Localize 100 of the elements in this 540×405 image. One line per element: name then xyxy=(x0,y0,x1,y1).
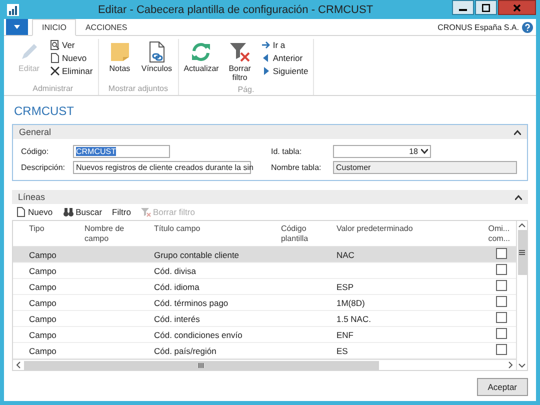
table-cell-text: Campo xyxy=(28,282,58,292)
table-cell-text: Cód. términos pago xyxy=(154,298,230,308)
field-label: Descripción: xyxy=(21,163,66,172)
minimize-button[interactable] xyxy=(452,0,474,15)
text-field[interactable]: Customer xyxy=(333,161,517,174)
table-row[interactable]: Campo Cód. condiciones envío ENF xyxy=(13,327,516,343)
help-icon[interactable] xyxy=(522,22,533,32)
maximize-button[interactable] xyxy=(475,0,497,15)
checkbox[interactable] xyxy=(496,344,508,355)
table-cell-text: Cód. condiciones envío xyxy=(154,330,244,340)
arrow-right-icon xyxy=(260,40,271,50)
column-header[interactable]: Código plantilla xyxy=(280,221,336,246)
checkbox[interactable] xyxy=(496,264,508,275)
page-title: CRMCUST xyxy=(14,104,75,118)
toolbar-button[interactable]: Nuevo xyxy=(14,207,55,217)
grip-icon xyxy=(198,362,206,368)
table-cell-text: Campo xyxy=(28,298,58,308)
refresh-icon xyxy=(190,41,212,63)
scroll-right-icon xyxy=(508,361,513,369)
chevron-down-icon xyxy=(421,149,428,154)
ribbon-group-label: Mostrar adjuntos xyxy=(108,84,168,95)
company-name: CRONUS España S.A. xyxy=(438,22,519,32)
ribbon-button[interactable]: Siguiente xyxy=(260,65,310,77)
table-row[interactable]: Campo Cód. términos pago 1M(8D) xyxy=(13,295,516,311)
maximize-icon xyxy=(482,4,490,12)
table-cell-text: ES xyxy=(336,346,349,356)
field-label: Id. tabla: xyxy=(271,147,303,156)
toolbar-button[interactable]: Filtro xyxy=(110,207,133,217)
ribbon-button[interactable]: Anterior xyxy=(260,52,310,64)
ribbon-tab[interactable]: INICIO xyxy=(32,19,76,36)
toolbar-button[interactable]: Buscar xyxy=(60,207,104,217)
dropdown-field[interactable]: 18 xyxy=(333,145,431,158)
horizontal-scrollbar[interactable] xyxy=(13,359,516,370)
column-header[interactable]: Tipo xyxy=(13,221,85,246)
note-icon xyxy=(108,41,131,63)
checkbox[interactable] xyxy=(496,280,508,291)
collapse-icon xyxy=(514,130,521,134)
table-row[interactable]: Campo Cód. país/región ES xyxy=(13,343,516,359)
caret-icon xyxy=(14,25,20,29)
new-document-icon xyxy=(16,207,26,217)
magnifier-page-icon xyxy=(50,40,60,50)
table-row[interactable]: Campo Cód. interés 1.5 NAC. xyxy=(13,311,516,327)
table-row[interactable]: Campo Cód. divisa xyxy=(13,263,516,279)
ribbon-button[interactable]: Notas xyxy=(102,39,137,84)
table-cell-text: Campo xyxy=(28,346,58,356)
text-field[interactable]: Nuevos registros de cliente creados durante la sin xyxy=(73,161,251,174)
table-cell-text: Cód. idioma xyxy=(154,282,200,292)
close-button[interactable] xyxy=(498,0,536,15)
table-cell-text: Cód. divisa xyxy=(154,266,198,276)
checkbox[interactable] xyxy=(496,312,508,323)
scroll-left-icon xyxy=(16,361,21,369)
ribbon-group-label: Pág. xyxy=(238,84,254,96)
scroll-up-icon xyxy=(518,223,526,228)
table-cell-text: Grupo contable cliente xyxy=(154,250,240,260)
ribbon-button[interactable]: Eliminar xyxy=(49,65,94,77)
scroll-down-icon xyxy=(518,363,526,368)
column-header[interactable]: Nombre de campo xyxy=(84,221,154,246)
column-header[interactable]: Omi... com... xyxy=(488,221,516,246)
delete-icon xyxy=(50,66,60,76)
section-header[interactable]: General xyxy=(13,125,527,139)
table-row[interactable]: Campo Cód. idioma ESP xyxy=(13,279,516,295)
field-label: Nombre tabla: xyxy=(271,163,322,172)
table-cell-text: 1M(8D) xyxy=(336,298,366,308)
field-label: Código: xyxy=(21,147,50,156)
table-cell-text: ESP xyxy=(336,282,354,292)
table-cell-text: NAC xyxy=(336,250,356,260)
table-cell-text: Campo xyxy=(28,266,58,276)
previous-icon xyxy=(260,53,271,63)
table-cell-text: Campo xyxy=(28,330,58,340)
app-menu-button[interactable] xyxy=(6,19,28,35)
section-header[interactable]: Líneas xyxy=(12,190,528,204)
new-document-icon xyxy=(50,53,60,63)
app-logo-icon xyxy=(7,4,19,16)
table-cell-text: Cód. interés xyxy=(154,314,201,324)
ribbon-button[interactable]: Nuevo xyxy=(49,52,94,64)
checkbox[interactable] xyxy=(496,296,508,307)
table-row[interactable]: Campo Grupo contable cliente NAC xyxy=(13,247,516,263)
table-cell-text: Campo xyxy=(28,250,58,260)
column-header[interactable]: Título campo xyxy=(154,221,281,246)
binoculars-icon xyxy=(62,207,74,217)
ribbon-button[interactable]: Vínculos xyxy=(140,39,174,84)
ribbon-button[interactable]: Borrar filtro xyxy=(222,39,257,85)
column-header[interactable]: Valor predeterminado xyxy=(336,221,488,246)
clear-filter-icon xyxy=(228,41,251,63)
ribbon-group-label: Administrar xyxy=(32,84,74,95)
ribbon-button[interactable]: Ver xyxy=(49,39,94,51)
clear-filter-icon xyxy=(140,207,151,217)
text-field[interactable]: CRMCUST xyxy=(73,145,170,158)
collapse-icon xyxy=(515,194,522,200)
grip-icon xyxy=(519,250,525,255)
close-icon xyxy=(513,4,521,12)
table-cell-text: 1.5 NAC. xyxy=(336,314,372,324)
table-cell-text: Cód. país/región xyxy=(154,346,218,356)
checkbox[interactable] xyxy=(496,248,508,259)
ribbon-button[interactable]: Actualizar xyxy=(182,39,220,85)
accept-button[interactable]: Aceptar xyxy=(476,378,528,396)
checkbox[interactable] xyxy=(496,328,508,339)
window-title: Editar - Cabecera plantilla de configuración - CRMCUST xyxy=(96,4,374,16)
ribbon-button[interactable]: Ir a xyxy=(260,39,310,51)
vertical-scrollbar[interactable] xyxy=(516,221,527,370)
